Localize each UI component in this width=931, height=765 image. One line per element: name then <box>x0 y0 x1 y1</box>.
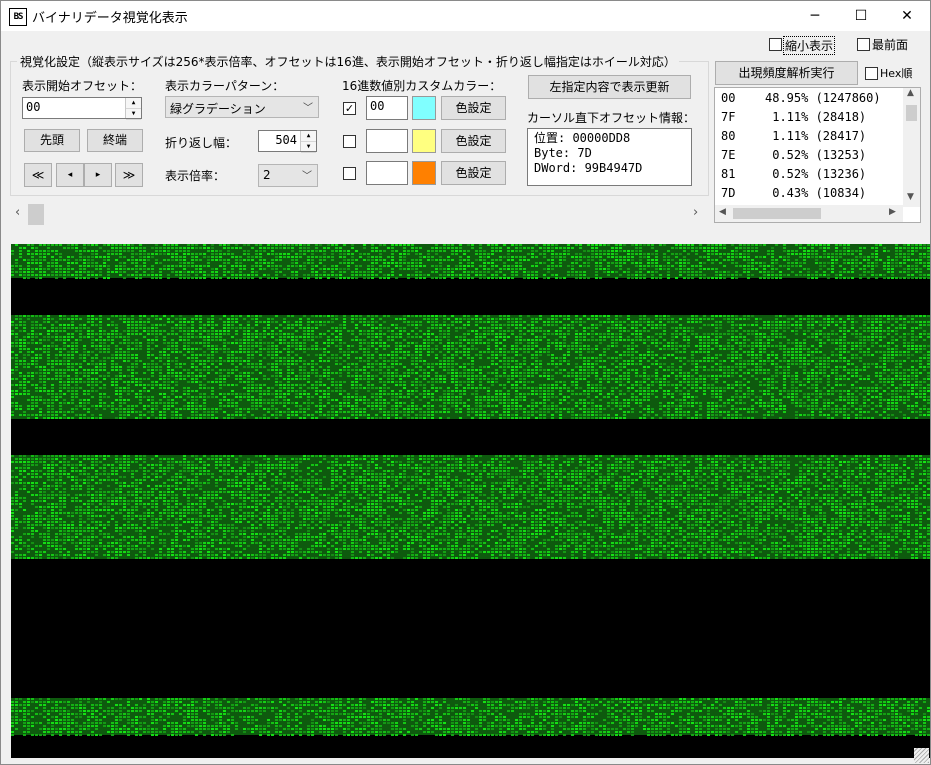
custom-color-3-input[interactable] <box>366 161 408 185</box>
scroll-down-icon[interactable]: ▼ <box>907 192 914 202</box>
list-item-hex: 7D <box>721 186 736 200</box>
frequency-vscroll-thumb[interactable] <box>906 105 917 121</box>
frequency-analysis-button[interactable]: 出現頻度解析実行 <box>715 61 858 85</box>
binary-visualization-canvas[interactable] <box>11 244 930 758</box>
jump-forward-button[interactable]: ≫ <box>115 163 143 187</box>
scale-label: 表示倍率： <box>165 169 226 183</box>
maximize-button[interactable]: ☐ <box>838 1 884 31</box>
topmost-checkbox[interactable] <box>857 38 870 51</box>
cursor-info-box: 位置: 00000DD8 Byte: 7D DWord: 99B4947D <box>527 128 692 186</box>
settings-group-label: 視覚化設定（縦表示サイズは256*表示倍率、オフセットは16進、表示開始オフセッ… <box>17 53 679 70</box>
resize-grip[interactable] <box>914 748 929 763</box>
list-item-hex: 7F <box>721 110 736 124</box>
cursor-dword: DWord: 99B4947D <box>534 161 643 175</box>
scale-select[interactable]: 2 ﹀ <box>258 164 318 187</box>
list-item-stat: 48.95% (1247860) <box>765 91 881 105</box>
frequency-list[interactable]: 00 48.95% (1247860) 7F 1.11% (28418) 80 1… <box>714 87 921 223</box>
offset-scroll-left-arrow[interactable]: ‹ <box>15 205 20 220</box>
minimize-button[interactable]: ─ <box>792 1 838 31</box>
offset-scroll-right-arrow[interactable]: › <box>693 205 698 220</box>
step-back-button[interactable]: ◂ <box>56 163 84 187</box>
refresh-display-button[interactable]: 左指定内容で表示更新 <box>528 75 691 99</box>
custom-color-2-input[interactable] <box>366 129 408 153</box>
color-pattern-select[interactable]: 緑グラデーション ﹀ <box>165 96 319 118</box>
start-offset-label: 表示開始オフセット： <box>22 79 143 93</box>
wrap-width-spinner[interactable]: ▲ ▼ <box>300 131 316 153</box>
frequency-hscroll-thumb[interactable] <box>733 208 821 219</box>
offset-scroll-thumb[interactable] <box>28 204 44 225</box>
list-item-stat: 0.52% (13253) <box>765 148 867 162</box>
list-item[interactable]: 81 0.52% (13236) <box>721 165 866 183</box>
cursor-info-label: カーソル直下オフセット情報： <box>527 111 696 125</box>
color-pattern-value: 緑グラデーション <box>170 102 266 116</box>
topmost-label: 最前面 <box>872 38 909 52</box>
main-window: BS バイナリデータ視覚化表示 ─ ☐ ✕ 縮小表示 最前面 視覚化設定（縦表示… <box>0 0 931 765</box>
start-offset-spinner[interactable]: ▲ ▼ <box>125 98 141 120</box>
chevron-down-icon: ﹀ <box>302 171 312 182</box>
start-offset-value: 00 <box>26 100 41 114</box>
tail-button[interactable]: 終端 <box>87 129 143 152</box>
start-offset-input[interactable]: 00 ▲ ▼ <box>22 97 142 120</box>
hex-order-label: Hex順 <box>880 67 913 80</box>
scroll-up-icon[interactable]: ▲ <box>907 88 914 98</box>
title-bar[interactable]: BS バイナリデータ視覚化表示 ─ ☐ ✕ <box>1 1 930 31</box>
wrap-width-input[interactable]: 504 ▲ ▼ <box>258 130 317 153</box>
custom-color-1-swatch <box>412 96 436 120</box>
window-title: バイナリデータ視覚化表示 <box>32 11 188 26</box>
list-item[interactable]: 80 1.11% (28417) <box>721 127 866 145</box>
app-icon: BS <box>9 8 27 26</box>
frequency-horizontal-scrollbar[interactable]: ◀ ▶ <box>715 205 903 222</box>
binary-visualization-area[interactable] <box>11 244 930 758</box>
scroll-left-icon[interactable]: ◀ <box>719 207 726 217</box>
custom-color-2-set-button[interactable]: 色設定 <box>441 129 506 153</box>
custom-color-label: 16進数値別カスタムカラー： <box>342 79 502 93</box>
chevron-down-icon: ﹀ <box>303 103 313 114</box>
custom-color-2-swatch <box>412 129 436 153</box>
custom-color-1-value: 00 <box>370 99 385 113</box>
list-item[interactable]: 7F 1.11% (28418) <box>721 108 866 126</box>
list-item[interactable]: 00 48.95% (1247860) <box>721 89 881 107</box>
list-item-hex: 7E <box>721 148 736 162</box>
step-forward-button[interactable]: ▸ <box>84 163 112 187</box>
list-item[interactable]: 7E 0.52% (13253) <box>721 146 866 164</box>
scale-value: 2 <box>263 168 271 182</box>
cursor-position: 位置: 00000DD8 <box>534 131 631 145</box>
scroll-right-icon[interactable]: ▶ <box>889 207 896 217</box>
list-item-hex: 80 <box>721 129 736 143</box>
shrink-checkbox[interactable] <box>769 38 782 51</box>
list-item-stat: 0.43% (10834) <box>765 186 867 200</box>
list-item-stat: 1.11% (28418) <box>765 110 867 124</box>
custom-color-2-checkbox[interactable] <box>343 135 356 148</box>
list-item-stat: 1.11% (28417) <box>765 129 867 143</box>
wrap-width-value: 504 <box>275 133 297 147</box>
hex-order-checkbox[interactable] <box>865 67 878 80</box>
jump-back-button[interactable]: ≪ <box>24 163 52 187</box>
custom-color-1-set-button[interactable]: 色設定 <box>441 96 506 120</box>
custom-color-3-set-button[interactable]: 色設定 <box>441 161 506 185</box>
cursor-byte: Byte: 7D <box>534 146 592 160</box>
wrap-width-label: 折り返し幅： <box>165 136 238 150</box>
custom-color-3-swatch <box>412 161 436 185</box>
frequency-vertical-scrollbar[interactable]: ▲ ▼ <box>903 88 920 207</box>
list-item-hex: 81 <box>721 167 736 181</box>
custom-color-1-checkbox[interactable]: ✓ <box>343 102 356 115</box>
list-item[interactable]: 7D 0.43% (10834) <box>721 184 866 202</box>
shrink-label: 縮小表示 <box>783 36 836 55</box>
list-item-hex: 00 <box>721 91 736 105</box>
custom-color-1-input[interactable]: 00 <box>366 96 408 120</box>
color-pattern-label: 表示カラーパターン： <box>165 79 285 93</box>
close-button[interactable]: ✕ <box>884 1 930 31</box>
custom-color-3-checkbox[interactable] <box>343 167 356 180</box>
list-item-stat: 0.52% (13236) <box>765 167 867 181</box>
head-button[interactable]: 先頭 <box>24 129 80 152</box>
